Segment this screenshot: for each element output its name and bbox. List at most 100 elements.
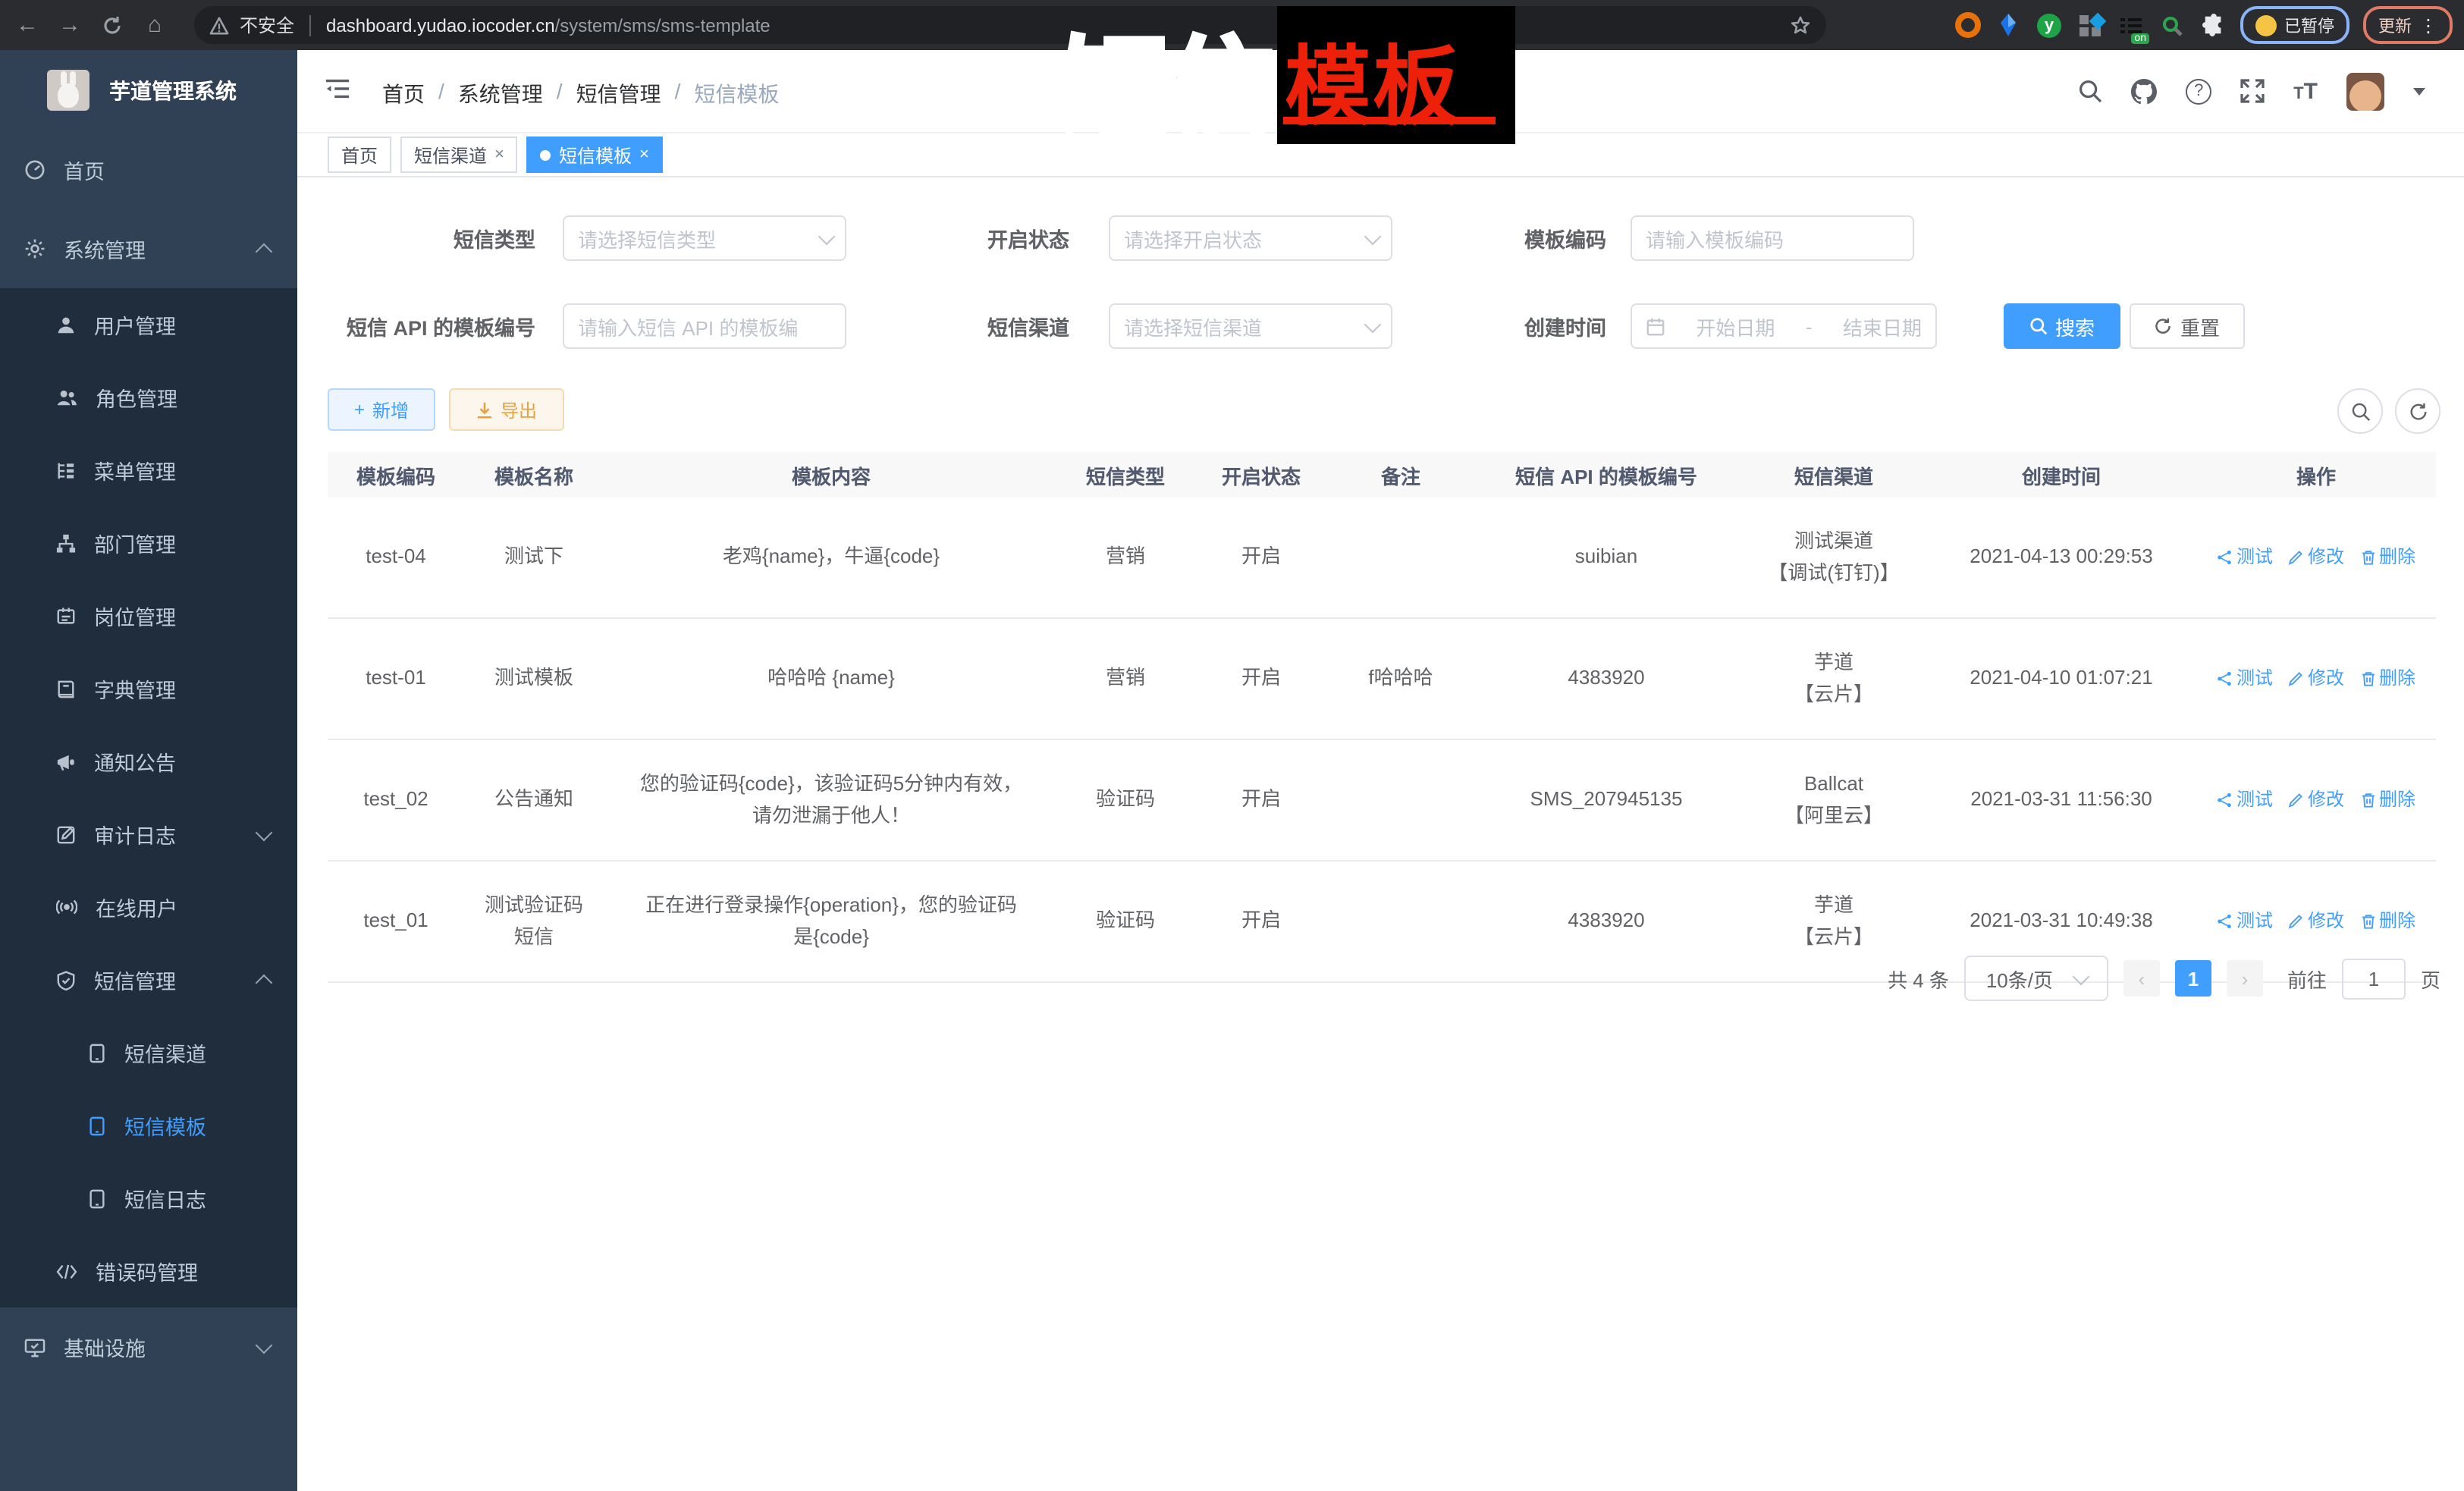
user-avatar[interactable] bbox=[2346, 72, 2384, 110]
extension-orange-icon[interactable] bbox=[1954, 11, 1981, 39]
chevron-down-icon bbox=[2072, 968, 2089, 985]
sidebar-item-posts[interactable]: 岗位管理 bbox=[0, 579, 297, 652]
goto-page-input[interactable]: 1 bbox=[2342, 958, 2406, 999]
edit-link[interactable]: 修改 bbox=[2288, 664, 2344, 692]
test-link[interactable]: 测试 bbox=[2217, 907, 2273, 935]
extension-y-icon[interactable]: y bbox=[2036, 11, 2063, 39]
filter-code: 模板编码 请输入模板编码 bbox=[1500, 215, 1914, 261]
close-icon[interactable]: × bbox=[639, 146, 649, 164]
book-icon bbox=[56, 679, 76, 698]
col-created: 创建时间 bbox=[1926, 452, 2196, 498]
sidebar-item-sms-channel[interactable]: 短信渠道 bbox=[0, 1016, 297, 1089]
breadcrumb-sms[interactable]: 短信管理 bbox=[576, 79, 661, 109]
delete-link[interactable]: 删除 bbox=[2359, 786, 2415, 814]
users-icon bbox=[56, 388, 77, 407]
tab-sms-template[interactable]: 短信模板 × bbox=[527, 137, 663, 173]
extension-magnifier-icon[interactable] bbox=[2158, 11, 2186, 39]
extension-on-badge: on bbox=[2131, 33, 2149, 43]
home-icon[interactable]: ⌂ bbox=[133, 4, 176, 46]
code-input[interactable]: 请输入模板编码 bbox=[1631, 215, 1914, 261]
extension-grid-icon[interactable] bbox=[2076, 11, 2104, 39]
reload-icon[interactable] bbox=[91, 4, 133, 46]
sidebar-submenu-system: 用户管理 角色管理 菜单管理 部门管理 bbox=[0, 288, 297, 1307]
edit-link[interactable]: 修改 bbox=[2288, 907, 2344, 935]
filter-status: 开启状态 请选择开启状态 bbox=[963, 215, 1392, 261]
sidebar-item-users[interactable]: 用户管理 bbox=[0, 288, 297, 361]
next-page-button[interactable]: › bbox=[2227, 960, 2263, 997]
refresh-table-button[interactable] bbox=[2395, 388, 2440, 434]
tab-home[interactable]: 首页 bbox=[328, 137, 391, 173]
delete-link[interactable]: 删除 bbox=[2359, 907, 2415, 935]
channel-select[interactable]: 请选择短信渠道 bbox=[1109, 303, 1392, 349]
sidebar-item-sms-template[interactable]: 短信模板 bbox=[0, 1089, 297, 1162]
edit-link[interactable]: 修改 bbox=[2288, 543, 2344, 571]
forward-icon[interactable]: → bbox=[49, 4, 91, 46]
edit-link[interactable]: 修改 bbox=[2288, 786, 2344, 814]
extension-list-icon[interactable]: on bbox=[2117, 11, 2145, 39]
sidebar-logo[interactable]: 芋道管理系统 bbox=[0, 50, 297, 130]
search-button[interactable]: 搜索 bbox=[2004, 303, 2120, 349]
fullscreen-icon[interactable] bbox=[2240, 79, 2265, 103]
date-range-picker[interactable]: 开始日期 - 结束日期 bbox=[1631, 303, 1937, 349]
calendar-icon bbox=[1646, 316, 1665, 336]
page-size-select[interactable]: 10条/页 bbox=[1964, 956, 2108, 1001]
profile-paused-chip[interactable]: 已暂停 bbox=[2240, 6, 2349, 44]
chevron-down-icon bbox=[1364, 315, 1382, 333]
url-path: /system/sms/sms-template bbox=[555, 14, 771, 36]
search-icon bbox=[2029, 317, 2048, 335]
header-search-icon[interactable] bbox=[2078, 79, 2102, 103]
sms-type-select[interactable]: 请选择短信类型 bbox=[563, 215, 846, 261]
sidebar-item-dict[interactable]: 字典管理 bbox=[0, 652, 297, 725]
browser-update-chip[interactable]: 更新 ⋮ bbox=[2363, 6, 2453, 44]
show-search-button[interactable] bbox=[2337, 388, 2383, 434]
badge-icon bbox=[56, 606, 76, 626]
filter-sms-type: 短信类型 请选择短信类型 bbox=[335, 215, 846, 261]
api-id-input[interactable]: 请输入短信 API 的模板编 bbox=[563, 303, 846, 349]
sidebar-item-sms[interactable]: 短信管理 bbox=[0, 943, 297, 1016]
sidebar-item-roles[interactable]: 角色管理 bbox=[0, 361, 297, 434]
font-size-icon[interactable]: TT bbox=[2293, 78, 2318, 104]
prev-page-button[interactable]: ‹ bbox=[2123, 960, 2160, 997]
browser-menu-icon[interactable]: ⋮ bbox=[2419, 14, 2437, 36]
delete-link[interactable]: 删除 bbox=[2359, 664, 2415, 692]
close-icon[interactable]: × bbox=[494, 146, 504, 164]
sidebar-item-infra[interactable]: 基础设施 bbox=[0, 1307, 297, 1386]
delete-link[interactable]: 删除 bbox=[2359, 543, 2415, 571]
sidebar-item-notice[interactable]: 通知公告 bbox=[0, 725, 297, 798]
sidebar-item-system[interactable]: 系统管理 bbox=[0, 209, 297, 288]
help-icon[interactable]: ? bbox=[2186, 78, 2211, 104]
add-button[interactable]: + 新增 bbox=[328, 388, 435, 431]
test-link[interactable]: 测试 bbox=[2217, 786, 2273, 814]
sidebar-item-menus[interactable]: 菜单管理 bbox=[0, 434, 297, 507]
plus-icon: + bbox=[354, 399, 365, 420]
bookmark-star-icon[interactable] bbox=[1790, 14, 1811, 36]
sidebar-item-sms-log[interactable]: 短信日志 bbox=[0, 1162, 297, 1235]
dashboard-icon bbox=[24, 159, 46, 180]
test-link[interactable]: 测试 bbox=[2217, 664, 2273, 692]
edit-icon bbox=[2288, 549, 2305, 566]
sidebar-item-home[interactable]: 首页 bbox=[0, 130, 297, 209]
sidebar-item-online-users[interactable]: 在线用户 bbox=[0, 871, 297, 943]
extensions-puzzle-icon[interactable] bbox=[2199, 11, 2227, 39]
current-page[interactable]: 1 bbox=[2175, 960, 2211, 997]
sidebar-fold-icon[interactable] bbox=[325, 77, 350, 100]
breadcrumb-home[interactable]: 首页 bbox=[382, 79, 425, 109]
update-button-label: 更新 bbox=[2378, 13, 2412, 37]
sidebar-item-error-code[interactable]: 错误码管理 bbox=[0, 1235, 297, 1307]
trash-icon bbox=[2359, 670, 2376, 687]
shield-check-icon bbox=[56, 970, 76, 990]
edit-icon bbox=[2288, 913, 2305, 930]
back-icon[interactable]: ← bbox=[6, 4, 49, 46]
status-select[interactable]: 请选择开启状态 bbox=[1109, 215, 1392, 261]
avatar-caret-icon[interactable] bbox=[2413, 87, 2425, 95]
extension-drop-icon[interactable] bbox=[1995, 11, 2022, 39]
github-icon[interactable] bbox=[2131, 78, 2157, 104]
reset-button[interactable]: 重置 bbox=[2130, 303, 2245, 349]
test-link[interactable]: 测试 bbox=[2217, 543, 2273, 571]
sidebar-item-audit-log[interactable]: 审计日志 bbox=[0, 798, 297, 871]
address-bar[interactable]: 不安全 dashboard.yudao.iocoder.cn/system/sm… bbox=[194, 6, 1826, 44]
export-button[interactable]: 导出 bbox=[449, 388, 564, 431]
sidebar-item-departments[interactable]: 部门管理 bbox=[0, 507, 297, 579]
tab-sms-channel[interactable]: 短信渠道 × bbox=[400, 137, 518, 173]
breadcrumb-system[interactable]: 系统管理 bbox=[458, 79, 543, 109]
